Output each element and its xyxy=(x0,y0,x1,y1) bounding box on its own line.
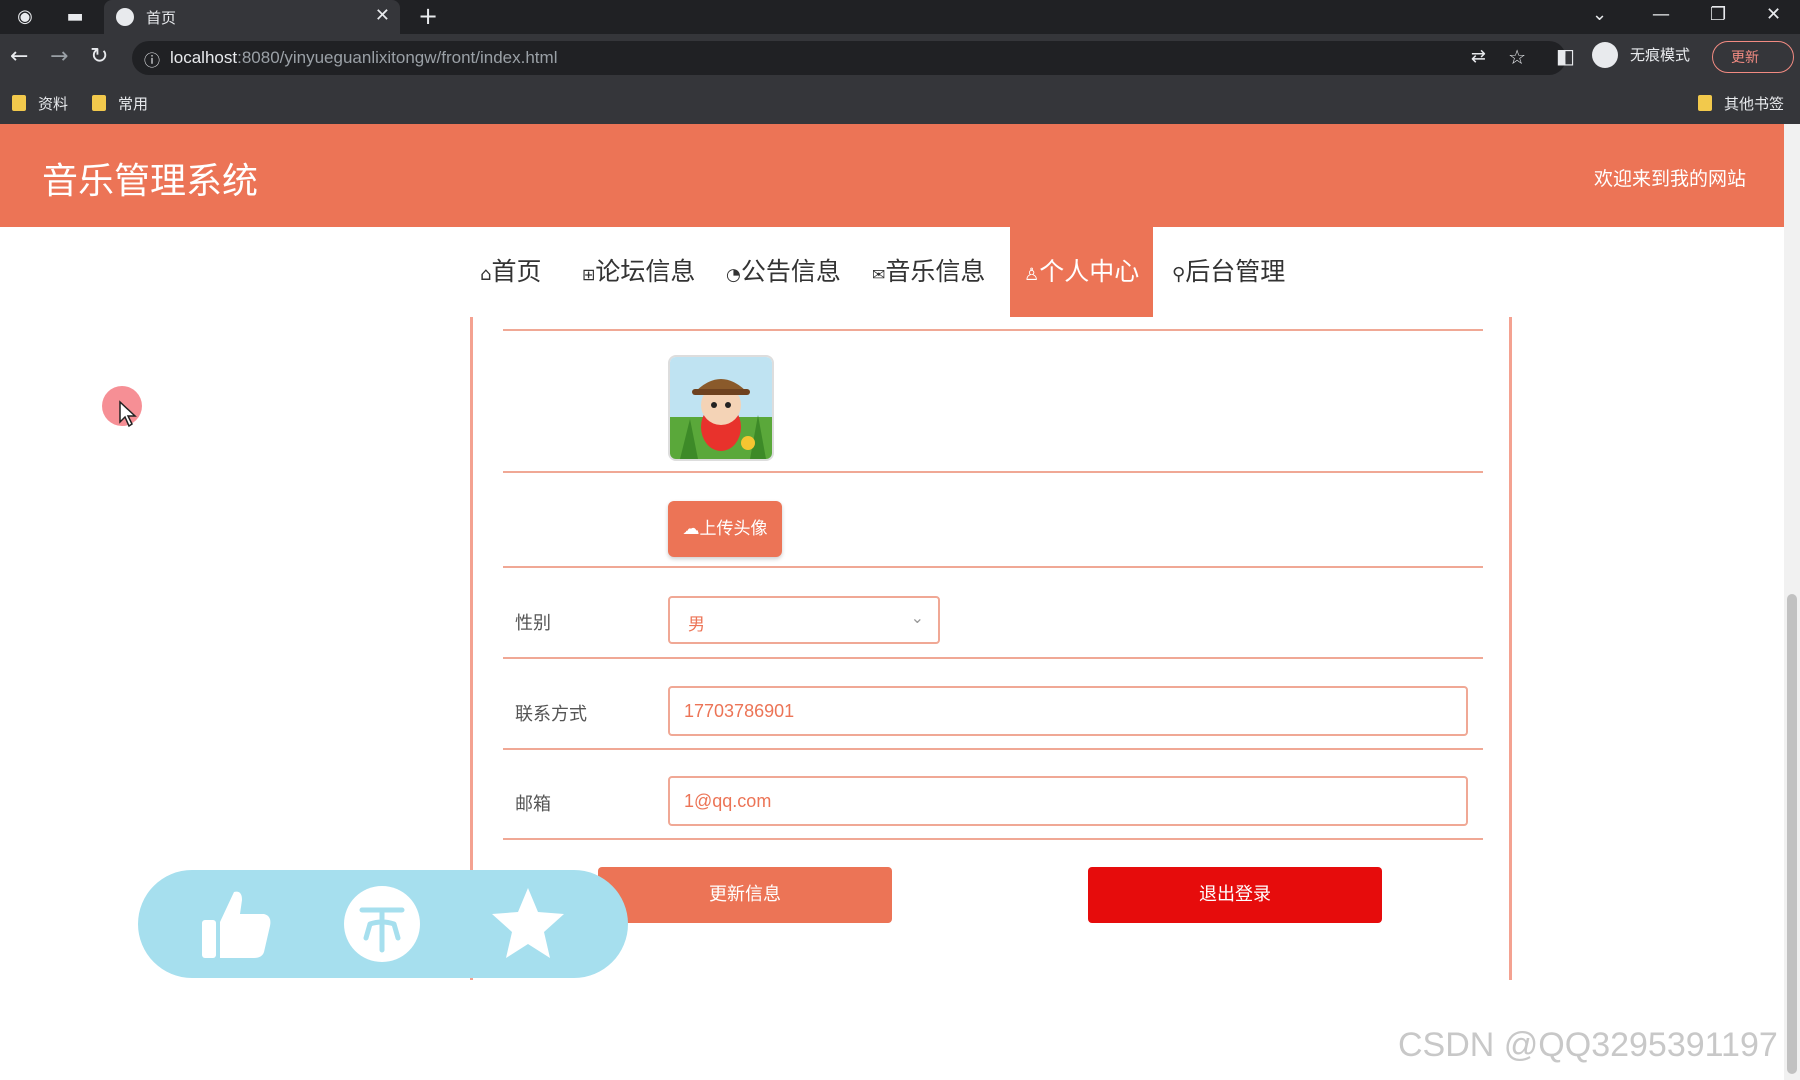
phone-input[interactable]: 17703786901 xyxy=(668,686,1468,736)
site-info-icon[interactable]: ⓘ xyxy=(144,47,160,71)
nav-label: 公告信息 xyxy=(740,257,841,286)
notice-icon: ◔ xyxy=(726,265,741,285)
cloud-upload-icon: ☁ xyxy=(682,519,700,539)
forum-icon: ⊞ xyxy=(582,265,596,284)
nav-home[interactable]: ⌂首页 xyxy=(480,227,541,317)
divider xyxy=(503,748,1483,750)
forward-icon[interactable]: → xyxy=(50,44,68,69)
back-icon[interactable]: ← xyxy=(10,44,28,69)
browser-globe-icon[interactable]: ◉ xyxy=(14,6,36,28)
home-icon: ⌂ xyxy=(480,264,492,285)
site-header: 音乐管理系统 欢迎来到我的网站 xyxy=(0,124,1784,227)
bookmark-item[interactable]: 资料 xyxy=(12,93,68,114)
bookmark-label: 常用 xyxy=(118,95,149,113)
site-title: 音乐管理系统 xyxy=(42,161,259,202)
update-info-button[interactable]: 更新信息 xyxy=(598,867,892,923)
bookmark-label: 资料 xyxy=(38,95,69,113)
coin-icon[interactable] xyxy=(342,884,422,964)
nav-music[interactable]: ✉音乐信息 xyxy=(872,227,985,317)
divider xyxy=(503,329,1483,331)
tab-overview-icon[interactable]: ▬ xyxy=(64,6,86,28)
divider xyxy=(503,838,1483,840)
star-icon[interactable] xyxy=(488,884,568,964)
page-scrollbar[interactable] xyxy=(1784,124,1800,1080)
nav-notice[interactable]: ◔公告信息 xyxy=(726,227,841,317)
nav-label: 首页 xyxy=(491,257,542,286)
mouse-cursor-icon xyxy=(119,400,137,428)
upload-avatar-button[interactable]: ☁上传头像 xyxy=(668,501,782,557)
mail-icon: ✉ xyxy=(872,265,886,284)
nav-label: 论坛信息 xyxy=(595,257,696,286)
profile-form: ☁上传头像 性别 男 ⌄ 联系方式 17703786901 邮箱 1@qq.co… xyxy=(470,317,1512,980)
divider xyxy=(503,657,1483,659)
gender-select[interactable]: 男 ⌄ xyxy=(668,596,940,644)
browser-tab-bar: ◉ ▬ 首页 ✕ + ⌄ — ❐ ✕ xyxy=(0,0,1800,34)
phone-label: 联系方式 xyxy=(515,704,587,725)
reload-icon[interactable]: ↻ xyxy=(90,44,108,69)
nav-label: 后台管理 xyxy=(1185,257,1286,286)
email-label: 邮箱 xyxy=(515,794,551,815)
minimize-icon[interactable]: — xyxy=(1652,4,1670,25)
link-icon: ⚲ xyxy=(1172,264,1186,285)
tab-favicon-icon xyxy=(116,8,134,26)
incognito-icon xyxy=(1592,42,1618,68)
url-path: :8080/yinyueguanlixitongw/front/index.ht… xyxy=(237,48,558,67)
restore-icon[interactable]: ❐ xyxy=(1710,4,1726,25)
bookmarks-bar: 资料 常用 其他书签 xyxy=(0,82,1800,125)
nav-personal-center[interactable]: ♙个人中心 xyxy=(1010,227,1154,317)
other-bookmarks[interactable]: 其他书签 xyxy=(1698,93,1784,114)
folder-icon xyxy=(1698,95,1712,111)
close-window-icon[interactable]: ✕ xyxy=(1766,4,1781,25)
watermark: CSDN @QQ3295391197 xyxy=(1398,1026,1778,1064)
upload-label: 上传头像 xyxy=(699,519,768,539)
translate-icon[interactable]: ⇄ xyxy=(1471,46,1486,67)
logout-button[interactable]: 退出登录 xyxy=(1088,867,1382,923)
folder-icon xyxy=(92,95,106,111)
avatar xyxy=(668,355,774,461)
nav-label: 音乐信息 xyxy=(885,257,986,286)
nav-forum[interactable]: ⊞论坛信息 xyxy=(582,227,695,317)
side-panel-icon[interactable]: ◧ xyxy=(1556,44,1575,68)
thumbs-up-icon[interactable] xyxy=(194,884,274,964)
browser-tab[interactable]: 首页 ✕ xyxy=(104,0,400,34)
gender-label: 性别 xyxy=(515,613,551,634)
bookmark-label: 其他书签 xyxy=(1724,95,1785,113)
address-bar-row: ← → ↻ ⓘ localhost:8080/yinyueguanlixiton… xyxy=(0,34,1800,82)
email-input[interactable]: 1@qq.com xyxy=(668,776,1468,826)
action-overlay xyxy=(138,870,628,978)
url-input[interactable]: ⓘ localhost:8080/yinyueguanlixitongw/fro… xyxy=(132,41,1566,75)
incognito-label: 无痕模式 xyxy=(1630,46,1691,64)
nav-label: 个人中心 xyxy=(1039,257,1140,286)
folder-icon xyxy=(12,95,26,111)
nav-admin[interactable]: ⚲后台管理 xyxy=(1172,227,1285,317)
url-host: localhost xyxy=(170,48,238,67)
tab-search-icon[interactable]: ⌄ xyxy=(1592,4,1607,25)
update-button[interactable]: 更新 xyxy=(1712,41,1794,73)
bookmark-item[interactable]: 常用 xyxy=(92,93,148,114)
gender-value: 男 xyxy=(688,615,705,635)
tab-close-icon[interactable]: ✕ xyxy=(375,5,390,26)
scrollbar-thumb[interactable] xyxy=(1787,594,1797,1074)
divider xyxy=(503,471,1483,473)
user-icon: ♙ xyxy=(1024,265,1040,285)
divider xyxy=(503,566,1483,568)
welcome-text: 欢迎来到我的网站 xyxy=(1593,168,1746,190)
chevron-down-icon: ⌄ xyxy=(910,608,924,627)
bookmark-star-icon[interactable]: ☆ xyxy=(1508,45,1526,69)
tab-title: 首页 xyxy=(146,9,177,27)
new-tab-icon[interactable]: + xyxy=(418,2,438,30)
